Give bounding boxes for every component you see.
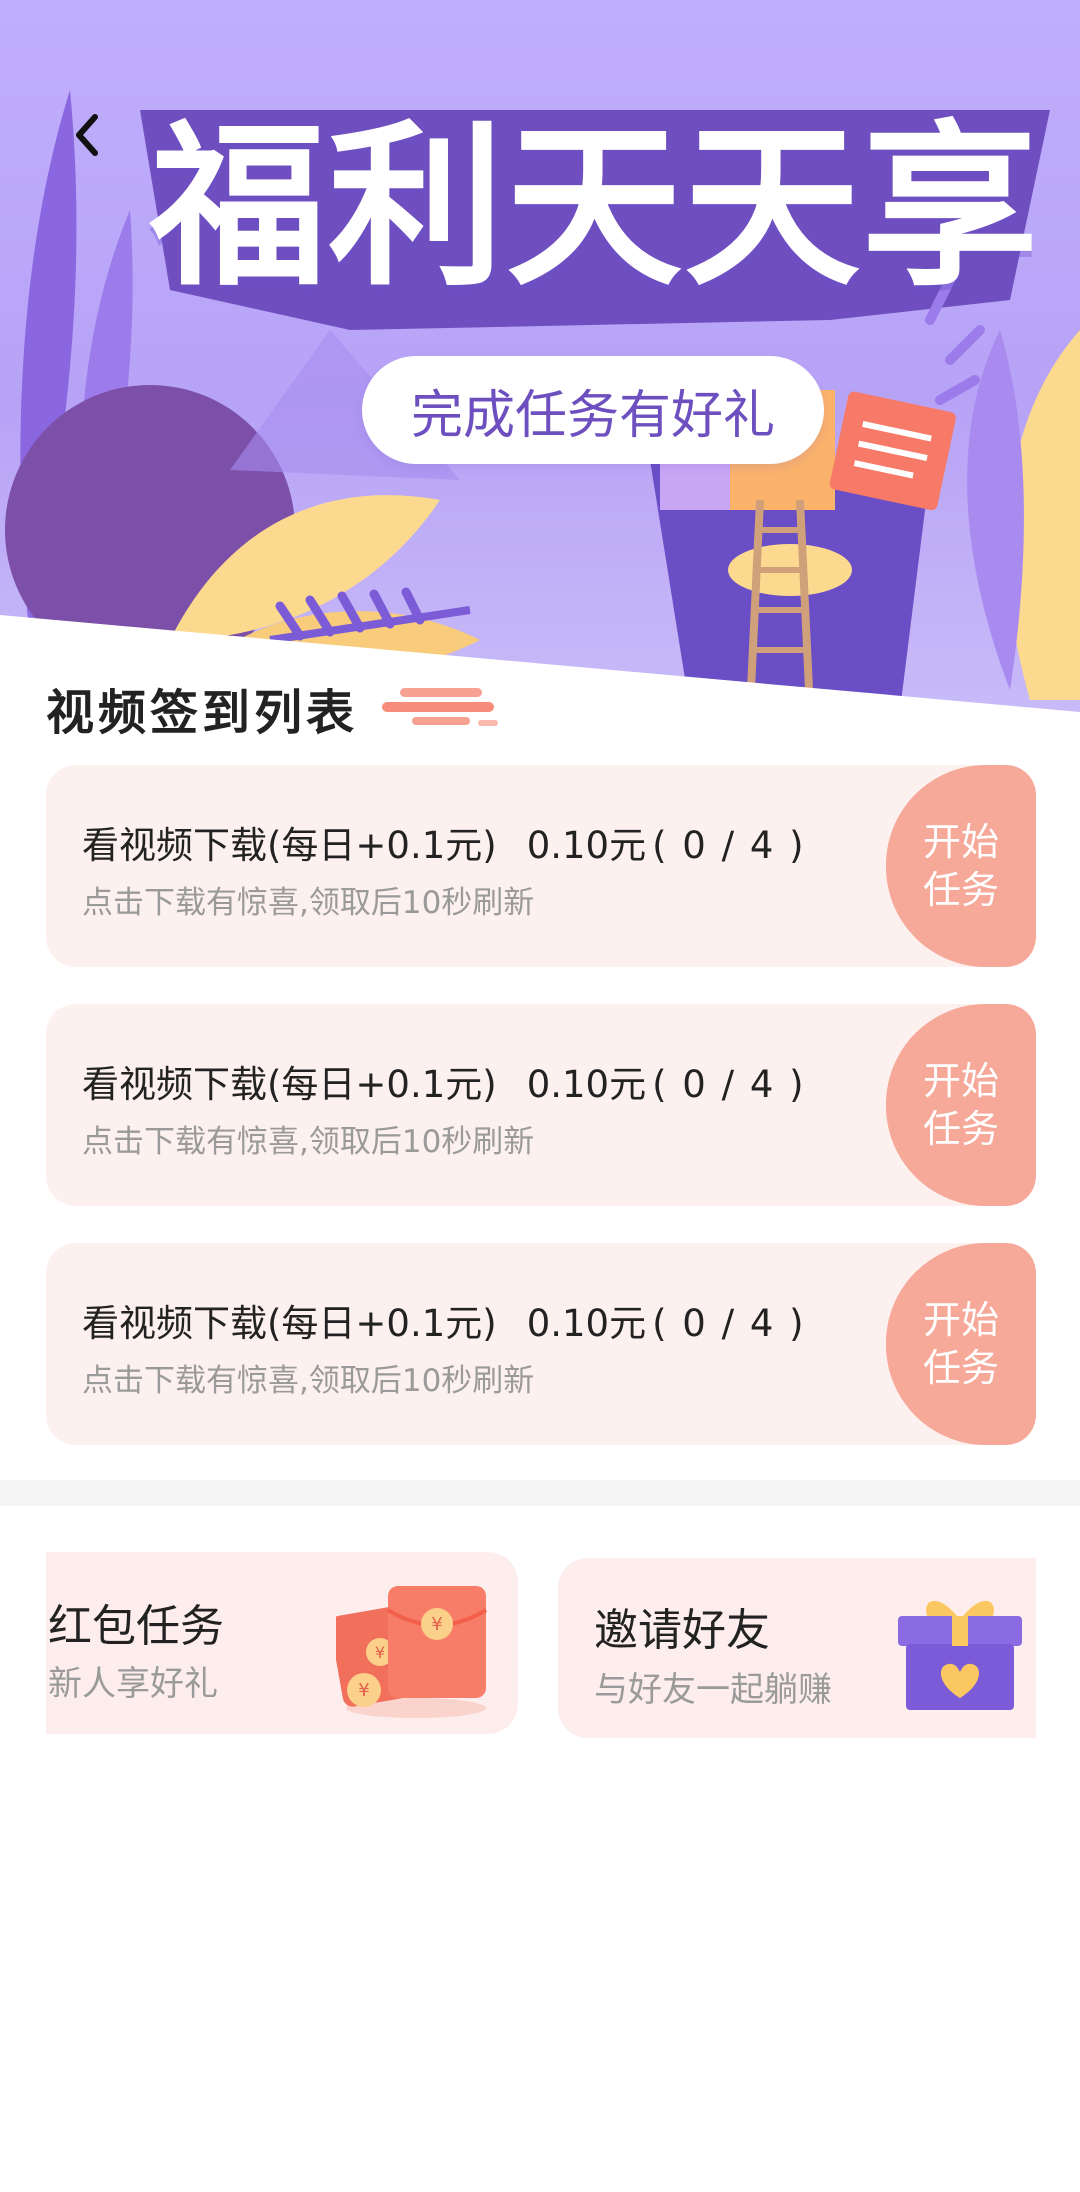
section-deco-icon xyxy=(382,688,499,726)
task-progress: ( 0 / 4 ) xyxy=(652,1302,806,1345)
task-description: 点击下载有惊喜,领取后10秒刷新 xyxy=(82,885,535,921)
header-banner: 福利天天享 完成任务有好礼 xyxy=(0,0,1080,730)
banner-subtitle: 完成任务有好礼 xyxy=(362,356,824,464)
start-task-label-line2: 任务 xyxy=(922,868,999,912)
task-title: 看视频下载(每日+0.1元) xyxy=(82,1302,497,1345)
start-task-label-line1: 开始 xyxy=(922,1298,999,1342)
task-progress: ( 0 / 4 ) xyxy=(652,824,806,867)
start-task-label-line2: 任务 xyxy=(922,1107,999,1151)
task-reward: 0.10元 xyxy=(526,824,647,867)
invite-friends-card[interactable]: 邀请好友 与好友一起躺赚 xyxy=(558,1558,1036,1738)
chevron-left-icon xyxy=(76,114,98,156)
svg-text:¥: ¥ xyxy=(358,1680,369,1701)
start-task-button[interactable]: 开始 任务 xyxy=(886,1243,1036,1445)
task-title-row: 看视频下载(每日+0.1元) 0.10元( 0 / 4 ) xyxy=(82,1293,806,1347)
section-divider xyxy=(0,1480,1080,1506)
task-card: 看视频下载(每日+0.1元) 0.10元( 0 / 4 ) 点击下载有惊喜,领取后… xyxy=(46,765,1036,967)
start-task-label-line1: 开始 xyxy=(922,1059,999,1103)
task-reward: 0.10元 xyxy=(526,1302,647,1345)
start-task-label-line1: 开始 xyxy=(922,820,999,864)
task-title: 看视频下载(每日+0.1元) xyxy=(82,824,497,867)
svg-text:¥: ¥ xyxy=(375,1643,385,1662)
section-title: 视频签到列表 xyxy=(46,685,359,741)
red-packet-title: 红包任务 xyxy=(48,1601,224,1652)
task-title-row: 看视频下载(每日+0.1元) 0.10元( 0 / 4 ) xyxy=(82,815,806,869)
red-packet-icon: ¥ ¥ ¥ xyxy=(336,1586,488,1718)
task-reward: 0.10元 xyxy=(526,1063,647,1106)
red-packet-task-card[interactable]: 红包任务 新人享好礼 ¥ ¥ ¥ xyxy=(46,1552,518,1734)
red-packet-subtitle: 新人享好礼 xyxy=(48,1664,218,1704)
task-card: 看视频下载(每日+0.1元) 0.10元( 0 / 4 ) 点击下载有惊喜,领取后… xyxy=(46,1004,1036,1206)
page-title: 福利天天享 xyxy=(150,105,1041,310)
gift-box-icon xyxy=(898,1600,1022,1710)
start-task-label-line2: 任务 xyxy=(922,1346,999,1390)
invite-subtitle: 与好友一起躺赚 xyxy=(594,1670,832,1710)
back-button[interactable] xyxy=(56,100,116,170)
task-description: 点击下载有惊喜,领取后10秒刷新 xyxy=(82,1363,535,1399)
task-card: 看视频下载(每日+0.1元) 0.10元( 0 / 4 ) 点击下载有惊喜,领取后… xyxy=(46,1243,1036,1445)
task-title-row: 看视频下载(每日+0.1元) 0.10元( 0 / 4 ) xyxy=(82,1054,806,1108)
task-title: 看视频下载(每日+0.1元) xyxy=(82,1063,497,1106)
svg-text:¥: ¥ xyxy=(431,1614,442,1635)
section-header: 视频签到列表 xyxy=(46,672,502,744)
start-task-button[interactable]: 开始 任务 xyxy=(886,765,1036,967)
start-task-button[interactable]: 开始 任务 xyxy=(886,1004,1036,1206)
invite-title: 邀请好友 xyxy=(594,1605,770,1656)
task-progress: ( 0 / 4 ) xyxy=(652,1063,806,1106)
task-description: 点击下载有惊喜,领取后10秒刷新 xyxy=(82,1124,535,1160)
